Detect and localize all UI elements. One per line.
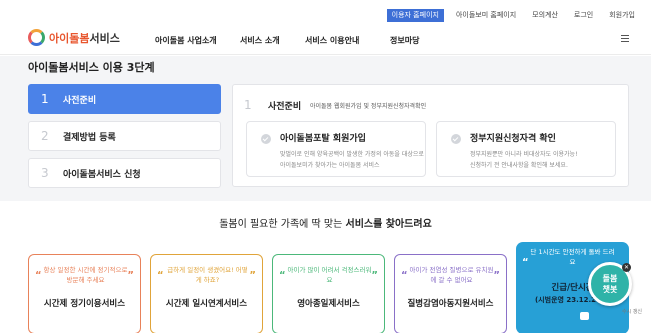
mock-calc-link[interactable]: 모의계산 [524,9,566,22]
service-name: 시간제 정기이용서비스 [43,299,126,309]
close-icon[interactable]: ✕ [622,263,631,272]
step-number: 3 [41,166,49,180]
check-circle-icon [261,134,271,144]
card-title: 아이돌봄포탈 회원가입 [280,134,366,144]
quote-close-icon: ” [493,270,500,281]
user-homepage-link[interactable]: 이용자 홈페이지 [386,9,444,22]
quote-close-icon: ” [127,270,134,281]
step-number: 2 [41,129,49,143]
utility-links: 이용자 홈페이지 아이돌보미 홈페이지 모의계산 로그인 회원가입 [386,9,643,22]
caregiver-homepage-link[interactable]: 아이돌보미 홈페이지 [448,9,524,22]
steps-title: 아이돌봄서비스 이용 3단계 [28,61,155,74]
step-detail-panel: 1 사전준비 아이돌봄 웹회원가입 및 정부지원신청자격확인 아이돌봄포탈 회원… [232,84,629,187]
service-desc: 급하게 일정이 생겼어요! 어떻게 하죠? [167,266,248,284]
service-desc: 아이가 전염성 질병으로 유치원에 갈 수 없어요 [409,266,494,284]
step-number: 1 [41,92,49,106]
service-card-temporary[interactable]: “ ” 급하게 일정이 생겼어요! 어떻게 하죠? 시간제 일시연계서비스 [150,254,263,333]
nav-info[interactable]: 정보마당 [390,35,419,46]
service-card-sick-child[interactable]: “ ” 아이가 전염성 질병으로 유치원에 갈 수 없어요 질병감염아동지원서비… [394,254,507,333]
service-name: 질병감염아동지원서비스 [407,299,494,309]
quote-close-icon: ” [249,270,256,281]
detail-subtitle: 아이돌봄 웹회원가입 및 정부지원신청자격확인 [310,103,427,110]
site-logo[interactable]: 아이돌봄서비스 [28,29,120,46]
detail-title: 사전준비 [268,102,302,112]
site-header: 아이돌봄서비스 아이돌봄 사업소개 서비스 소개 서비스 이용안내 정보마당 [0,22,651,55]
step-tab-3[interactable]: 3 아이돌봄서비스 신청 [28,158,221,188]
quote-close-icon: ” [371,270,378,281]
logo-text: 아이돌봄서비스 [49,31,120,45]
services-heading: 돌봄이 필요한 가족에 딱 맞는 서비스를 찾아드려요 [219,219,432,230]
quote-open-icon: “ [522,257,529,268]
card-title: 정부지원신청자격 확인 [470,134,556,144]
card-pointer [580,312,589,320]
detail-number: 1 [244,98,252,112]
eligibility-card[interactable]: 정부지원신청자격 확인 정부지원뿐만 아니라 비대상자도 이용가능! 신청하기 … [436,121,616,177]
quote-open-icon: “ [35,270,42,281]
hamburger-menu-icon[interactable] [621,35,629,42]
quote-open-icon: “ [279,270,286,281]
step-tab-2[interactable]: 2 결제방법 등록 [28,121,221,151]
top-utility-bar: 이용자 홈페이지 아이돌보미 홈페이지 모의계산 로그인 회원가입 [0,0,651,22]
service-desc: 아이가 많이 어려서 걱정스러워요 [287,266,372,284]
card-description: 정부지원뿐만 아니라 비대상자도 이용가능! 신청하기 전 안내사항을 확인해 … [470,151,578,169]
service-desc: 항상 일정한 시간에 정기적으로 방문해 주세요 [43,266,128,284]
quote-open-icon: “ [157,270,164,281]
signup-link[interactable]: 회원가입 [601,9,643,22]
step-label: 결제방법 등록 [63,132,116,143]
check-circle-icon [451,134,461,144]
service-name: 시간제 일시연계서비스 [165,299,248,309]
service-name: 영아종일제서비스 [297,299,360,309]
signup-card[interactable]: 아이돌봄포탈 회원가입 맞벌이로 인해 양육공백이 발생한 가정의 아동을 대상… [246,121,426,177]
step-label: 아이돌봄서비스 신청 [63,169,141,180]
quote-open-icon: “ [401,270,408,281]
nav-usage-guide[interactable]: 서비스 이용안내 [305,35,359,46]
service-card-regular[interactable]: “ ” 항상 일정한 시간에 정기적으로 방문해 주세요 시간제 정기이용서비스 [28,254,141,333]
card-description: 맞벌이로 인해 양육공백이 발생한 가정의 아동을 대상으로 아이돌보미가 찾아… [280,151,424,169]
chatbot-label: 돌봄 챗봇 [602,274,618,294]
chatbot-note: 수시 갱신 [622,309,642,315]
service-card-infant[interactable]: “ ” 아이가 많이 어려서 걱정스러워요 영아종일제서비스 [272,254,385,333]
nav-service-intro[interactable]: 서비스 소개 [240,35,280,46]
logo-icon [28,29,45,46]
nav-business-intro[interactable]: 아이돌봄 사업소개 [155,35,217,46]
step-tab-1[interactable]: 1 사전준비 [28,84,221,114]
login-link[interactable]: 로그인 [566,9,601,22]
step-label: 사전준비 [63,95,97,106]
